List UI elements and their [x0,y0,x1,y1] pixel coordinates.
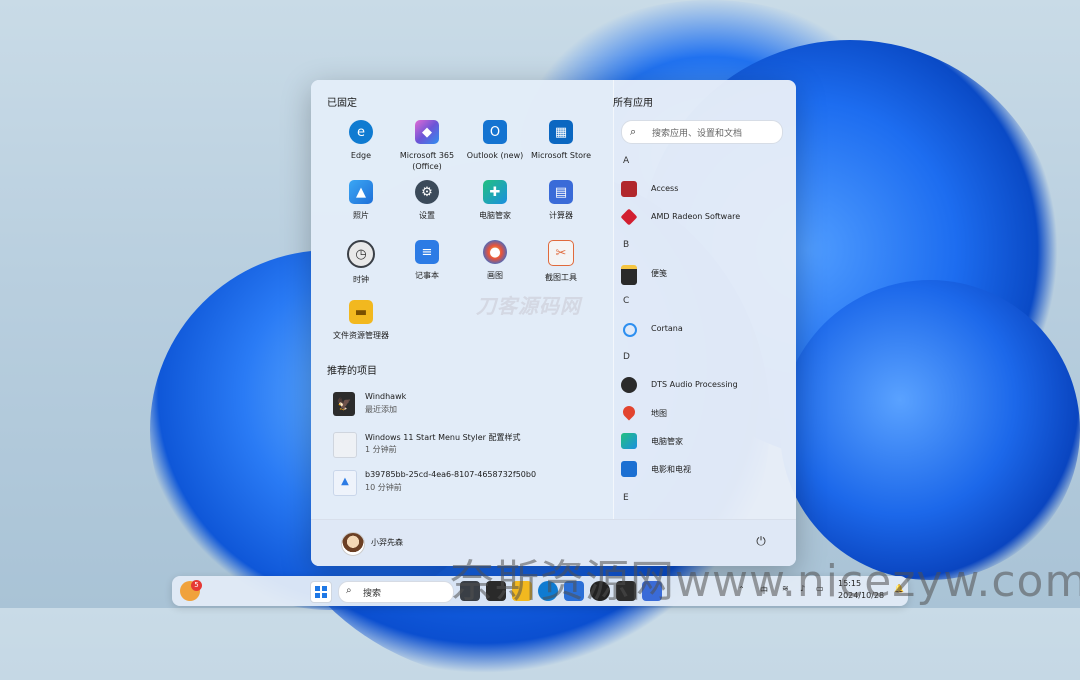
pinned-label: 文件资源管理器 [333,331,389,340]
letter-header-c[interactable]: C [623,296,629,306]
pinned-store[interactable]: ▦ Microsoft Store [527,120,595,178]
wallpaper-bloom [780,280,1080,580]
search-input[interactable]: ⌕ 搜索应用、设置和文档 [621,120,783,144]
pinned-file-explorer[interactable]: ▬ 文件资源管理器 [327,300,395,358]
file-explorer-icon: ▬ [349,300,373,324]
photos-icon: ▲ [349,180,373,204]
settings-icon: ⚙ [415,180,439,204]
app-movies-tv[interactable]: 电影和电视 [619,459,789,481]
app-name: 电脑管家 [651,437,683,446]
app-name: 地图 [651,409,667,418]
pinned-label: Microsoft Store [530,151,592,160]
app-maps[interactable]: 地图 [619,403,789,425]
recommended-item[interactable]: 🦅 Windhawk 最近添加 [327,388,597,422]
pinned-label: 计算器 [549,211,573,220]
sticky-notes-icon [621,265,637,285]
pinned-notepad[interactable]: ≡ 记事本 [393,240,461,298]
app-name: DTS Audio Processing [651,380,738,389]
app-name: 便笺 [651,269,667,278]
all-apps-panel: 所有应用 ⌕ 搜索应用、设置和文档 A Access AMD Radeon So… [613,80,796,520]
pinned-pc-manager[interactable]: ✚ 电脑管家 [461,180,529,238]
dts-icon [621,377,637,393]
pinned-label: Microsoft 365 (Office) [399,151,455,171]
letter-header-e[interactable]: E [623,493,629,503]
app-dts-audio[interactable]: DTS Audio Processing [619,375,789,397]
calculator-icon: ▤ [549,180,573,204]
recommended-item-title: b39785bb-25cd-4ea6-8107-4658732f50b0 [365,470,537,479]
pinned-label: Outlook (new) [466,151,524,160]
pinned-edge[interactable]: e Edge [327,120,395,178]
recommended-item-subtitle: 10 分钟前 [365,483,402,492]
document-icon [333,432,357,458]
pinned-clock[interactable]: ◷ 时钟 [327,240,395,298]
pinned-settings[interactable]: ⚙ 设置 [393,180,461,238]
taskbar-search[interactable]: ⌕ 搜索 [338,581,454,603]
paint-icon: ● [483,240,507,264]
access-icon [621,181,637,197]
pinned-outlook[interactable]: O Outlook (new) [461,120,529,178]
pinned-label: Edge [350,151,372,160]
app-name: Cortana [651,324,683,333]
pinned-label: 截图工具 [545,273,577,282]
all-apps-title: 所有应用 [613,98,653,109]
snipping-tool-icon: ✂ [548,240,574,266]
movies-tv-icon [621,461,637,477]
pinned-office[interactable]: ◆ Microsoft 365 (Office) [393,120,461,178]
letter-header-a[interactable]: A [623,156,629,166]
office-icon: ◆ [415,120,439,144]
app-cortana[interactable]: Cortana [619,319,789,341]
pinned-calculator[interactable]: ▤ 计算器 [527,180,595,238]
recommended-item-subtitle: 1 分钟前 [365,445,397,454]
recommended-item-title: Windhawk [365,392,407,401]
app-sticky-notes[interactable]: 便笺 [619,263,789,285]
cortana-icon [623,323,637,337]
app-name: 电影和电视 [651,465,691,474]
username[interactable]: 小羿先森 [371,537,403,548]
image-file-icon: ▲ [333,470,357,496]
letter-header-b[interactable]: B [623,240,629,250]
watermark-text: 刀客源码网 [476,294,581,318]
store-icon: ▦ [549,120,573,144]
search-icon: ⌕ [346,585,352,596]
outlook-icon: O [483,120,507,144]
notepad-icon: ≡ [415,240,439,264]
app-name: Access [651,184,679,193]
edge-icon: e [349,120,373,144]
pc-manager-icon [621,433,637,449]
maps-icon [620,403,638,421]
pc-manager-icon: ✚ [483,180,507,204]
pinned-photos[interactable]: ▲ 照片 [327,180,395,238]
pinned-label: 设置 [419,211,435,220]
pinned-area: 已固定 e Edge ◆ Microsoft 365 (Office) O Ou… [311,80,614,520]
app-name: AMD Radeon Software [651,212,741,221]
recommended-item-subtitle: 最近添加 [365,405,397,414]
start-button[interactable] [310,581,332,603]
windows-logo-icon [315,586,327,598]
app-access[interactable]: Access [619,179,789,201]
notification-badge: 5 [191,580,202,591]
recommended-item[interactable]: ▲ b39785bb-25cd-4ea6-8107-4658732f50b0 1… [327,466,597,500]
pinned-label: 记事本 [415,271,439,280]
recommended-item-title: Windows 11 Start Menu Styler 配置样式 [365,433,521,442]
clock-icon: ◷ [347,240,375,268]
pinned-label: 电脑管家 [479,211,511,220]
windhawk-icon: 🦅 [333,392,355,416]
search-icon: ⌕ [630,125,637,138]
search-placeholder: 搜索应用、设置和文档 [652,129,743,139]
pinned-label: 时钟 [353,275,369,284]
overlay-watermark: 奈斯资源网www.nicezyw.com [450,556,1080,607]
avatar[interactable] [341,532,365,556]
recommended-title: 推荐的项目 [327,366,377,377]
pinned-title: 已固定 [327,98,357,109]
taskbar-search-label: 搜索 [363,589,382,599]
start-menu: 已固定 e Edge ◆ Microsoft 365 (Office) O Ou… [311,80,796,566]
recommended-item[interactable]: Windows 11 Start Menu Styler 配置样式 1 分钟前 [327,428,597,462]
letter-header-d[interactable]: D [623,352,630,362]
pinned-label: 画图 [487,271,503,280]
app-amd-radeon[interactable]: AMD Radeon Software [619,207,789,229]
app-pc-manager[interactable]: 电脑管家 [619,431,789,453]
amd-icon [620,208,638,226]
pinned-label: 照片 [353,211,369,220]
